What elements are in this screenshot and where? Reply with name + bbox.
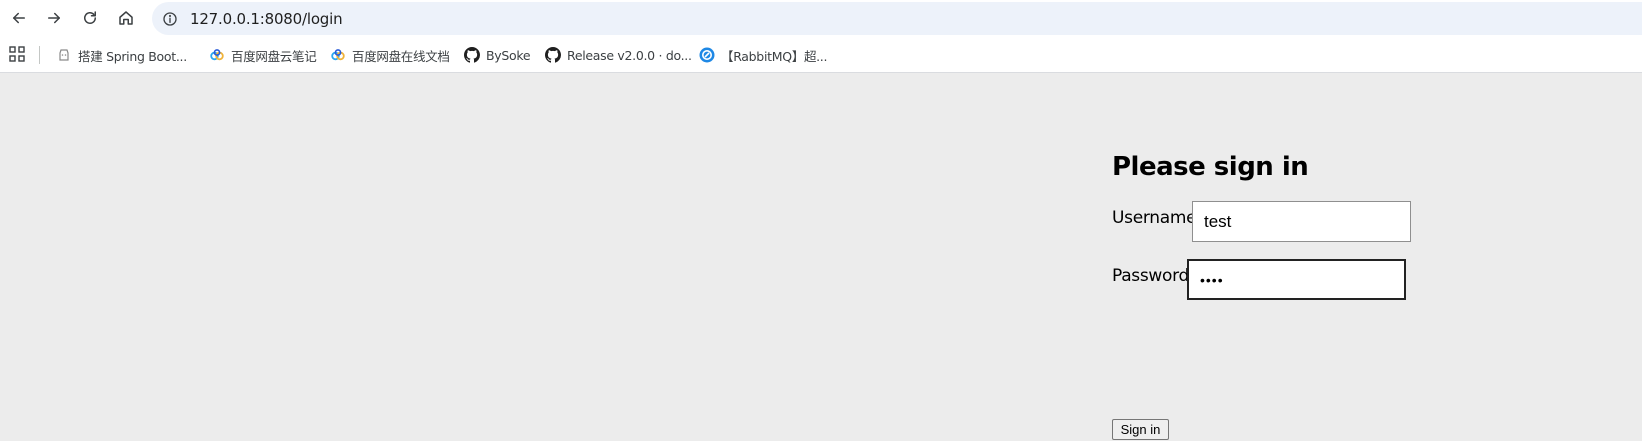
site-info-button[interactable]: [158, 7, 182, 31]
bookmark-baidu-docs[interactable]: 百度网盘在线文档: [330, 44, 450, 66]
home-icon: [119, 11, 133, 25]
forward-arrow-icon: [48, 12, 60, 24]
bookmark-label: Release v2.0.0 · do...: [567, 47, 692, 63]
bookmarks-divider: [39, 46, 40, 64]
bookmark-release[interactable]: Release v2.0.0 · do...: [545, 44, 692, 66]
address-bar[interactable]: 127.0.0.1:8080/login: [152, 2, 1642, 35]
site-info-icon: [163, 12, 177, 26]
page-title: Please sign in: [1112, 152, 1309, 182]
github-icon: [545, 47, 561, 63]
apps-grid-icon[interactable]: [9, 46, 25, 62]
password-input[interactable]: ••••: [1187, 259, 1406, 300]
bookmark-label: 【RabbitMQ】超...: [721, 48, 828, 64]
page-content: Please sign in Username test Password ••…: [0, 74, 1642, 441]
back-button[interactable]: [5, 4, 33, 32]
url-text[interactable]: 127.0.0.1:8080/login: [190, 10, 343, 28]
baidu-netdisk-icon: [209, 47, 225, 63]
bookmark-spring-boot[interactable]: 搭建 Spring Boot...: [56, 44, 187, 66]
back-arrow-icon: [13, 12, 25, 24]
sign-in-button[interactable]: Sign in: [1112, 419, 1169, 440]
username-label: Username: [1112, 208, 1197, 228]
github-icon: [464, 47, 480, 63]
blue-circle-favicon-icon: [699, 47, 715, 63]
reload-icon: [84, 11, 96, 24]
forward-button[interactable]: [40, 4, 68, 32]
bookmark-label: BySoke: [486, 47, 531, 63]
reload-button[interactable]: [76, 4, 104, 32]
home-button[interactable]: [112, 4, 140, 32]
password-label: Password: [1112, 266, 1190, 286]
spring-favicon-icon: [56, 47, 72, 63]
username-input[interactable]: test: [1192, 201, 1411, 242]
bookmark-label: 百度网盘在线文档: [352, 48, 450, 64]
bookmark-rabbitmq[interactable]: 【RabbitMQ】超...: [699, 44, 827, 66]
bookmark-baidu-notes[interactable]: 百度网盘云笔记: [209, 44, 317, 66]
baidu-netdisk-icon: [330, 47, 346, 63]
bookmarks-bar: 搭建 Spring Boot... 百度网盘云笔记 百度网盘在线文档 BySok…: [0, 37, 1642, 73]
bookmark-label: 百度网盘云笔记: [231, 48, 317, 64]
bookmark-label: 搭建 Spring Boot...: [78, 48, 187, 64]
bookmark-bysoke[interactable]: BySoke: [464, 44, 531, 66]
browser-toolbar: 127.0.0.1:8080/login: [0, 0, 1642, 37]
